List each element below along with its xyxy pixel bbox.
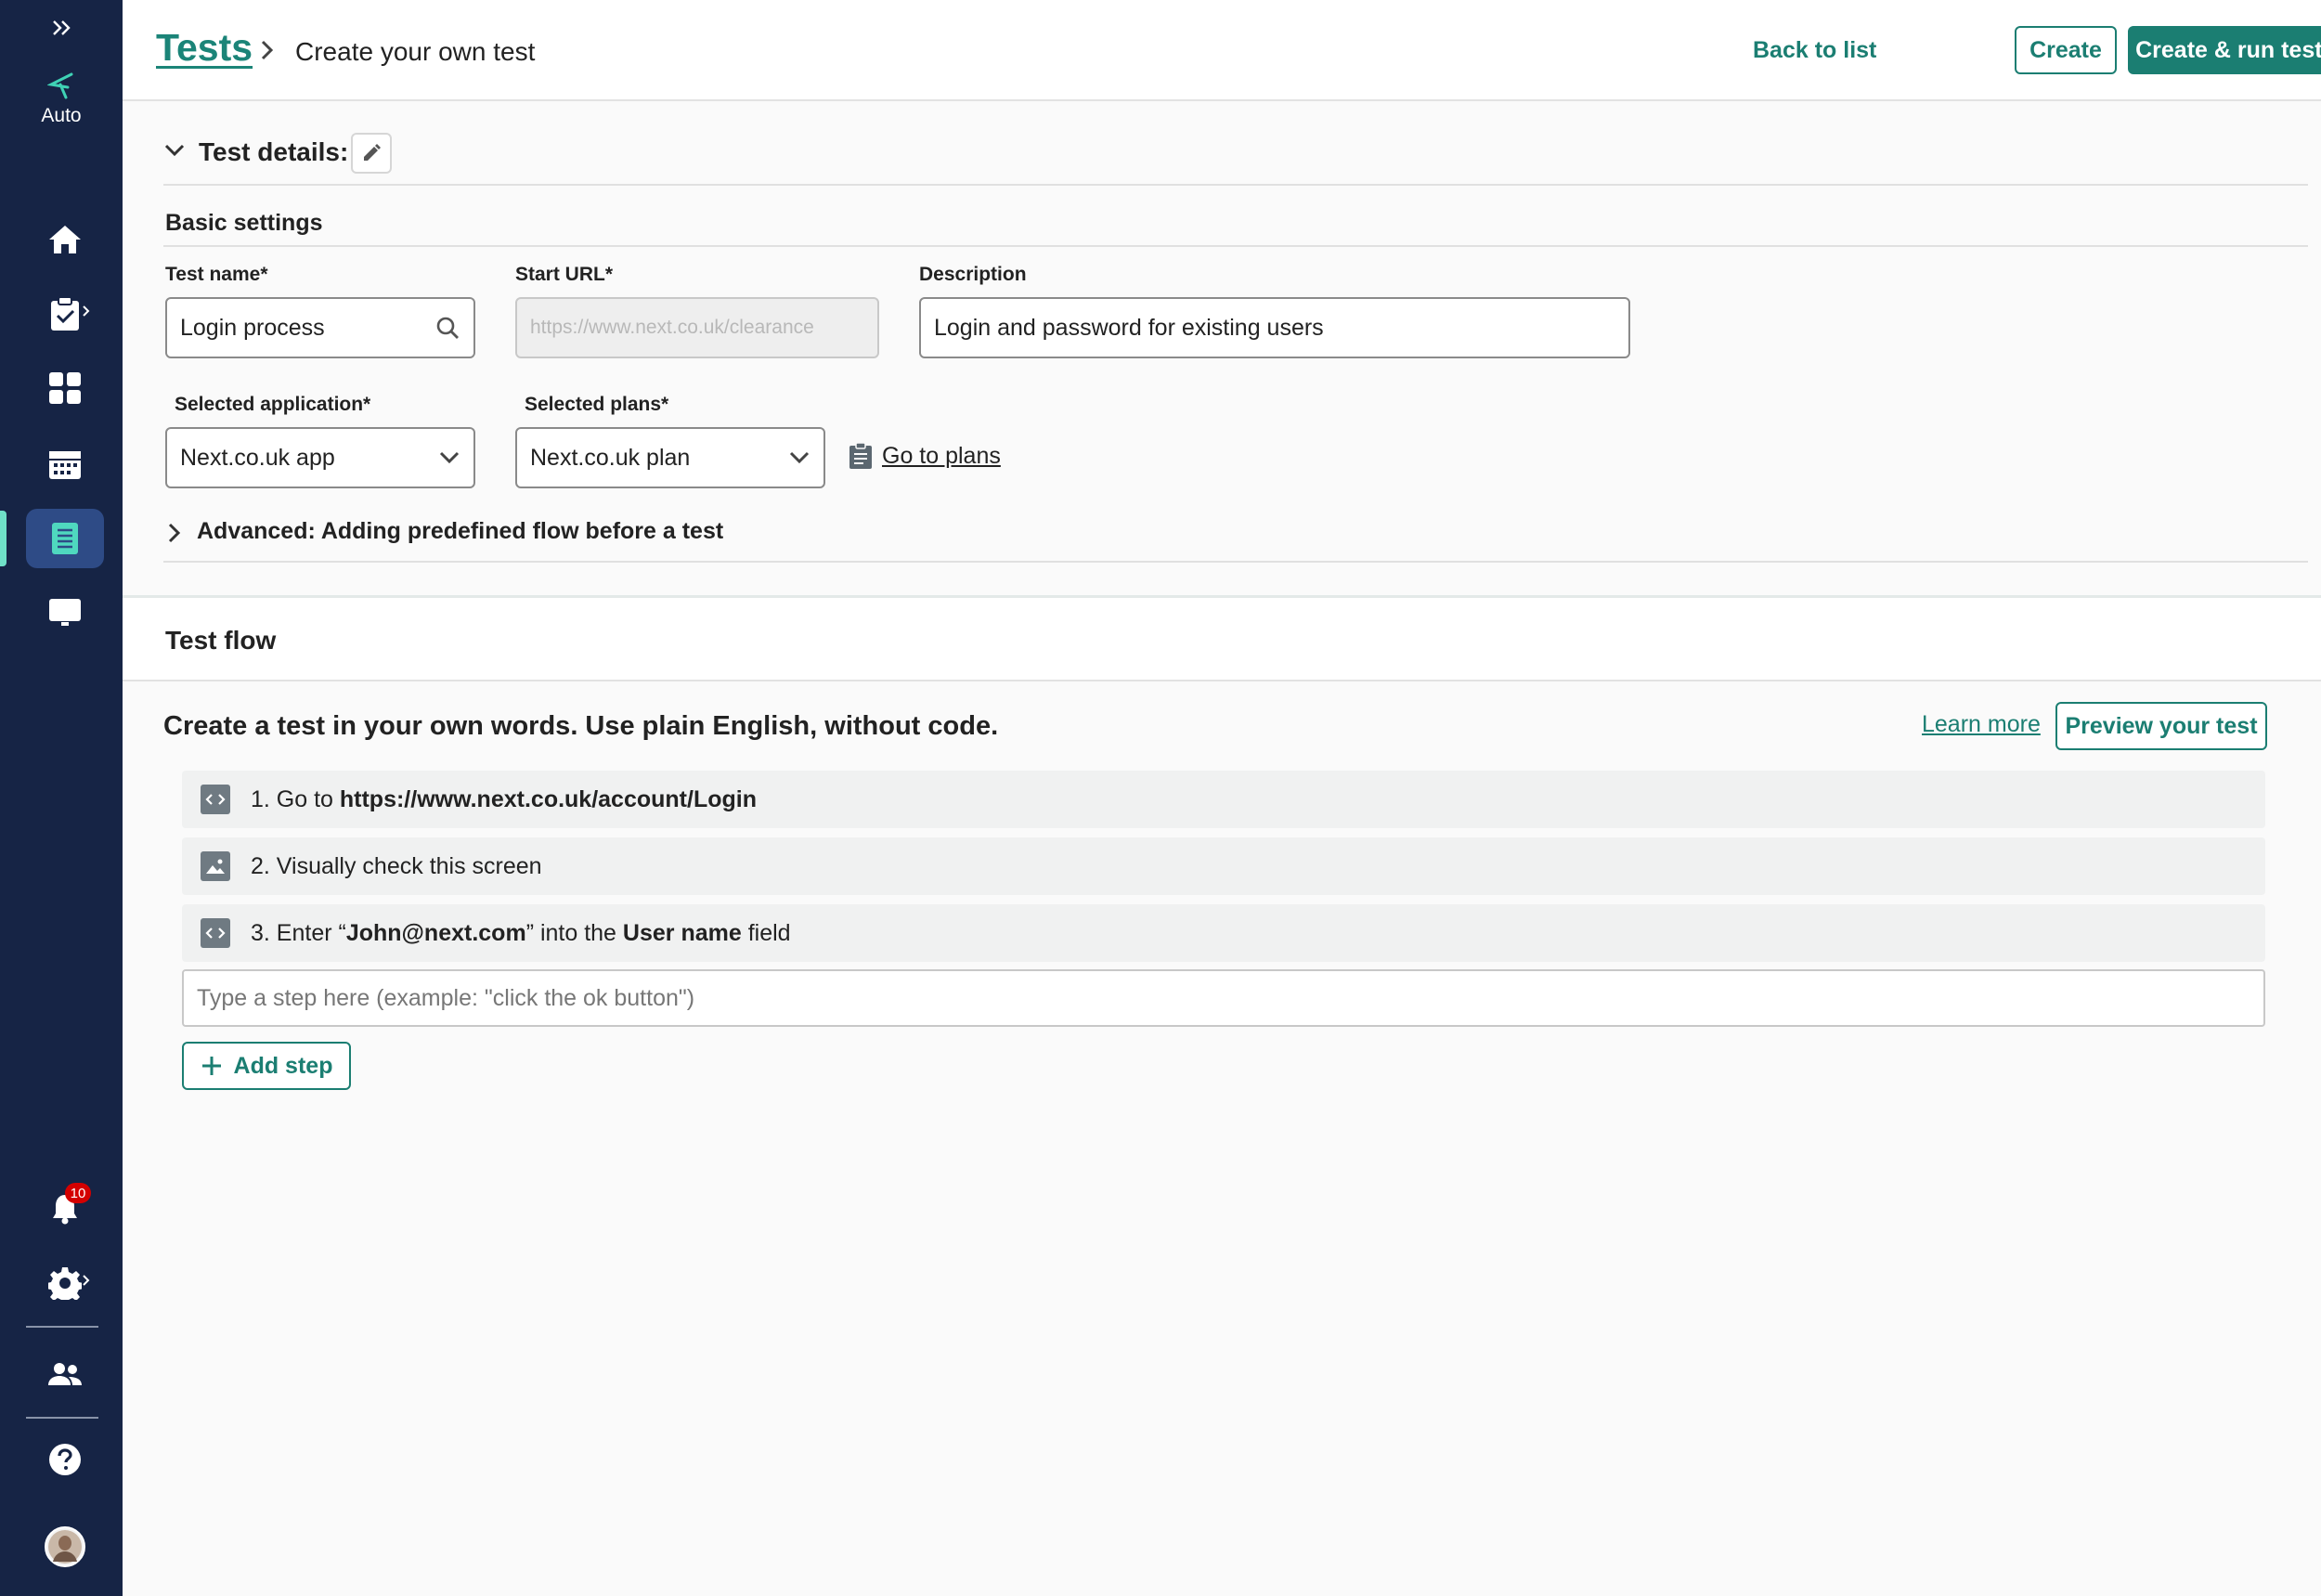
clipboard-check-icon bbox=[51, 296, 79, 331]
sidebar: Auto 10 bbox=[0, 0, 123, 1596]
users-icon bbox=[48, 1363, 82, 1385]
learn-more-link[interactable]: Learn more bbox=[1922, 711, 2041, 738]
divider bbox=[163, 184, 2308, 186]
selected-application-select[interactable]: Next.co.uk app bbox=[165, 427, 475, 488]
test-details-panel: Test details: Basic settings Test name* … bbox=[123, 102, 2321, 598]
step-value: John@next.com bbox=[345, 919, 526, 946]
avatar bbox=[45, 1526, 85, 1567]
step-text: 2. Visually check this screen bbox=[251, 852, 542, 879]
calendar-icon bbox=[49, 451, 81, 479]
test-step[interactable]: 2. Visually check this screen bbox=[182, 837, 2265, 895]
selected-plans-label: Selected plans* bbox=[525, 394, 669, 415]
go-to-plans-link[interactable]: Go to plans bbox=[849, 442, 1001, 470]
go-to-plans-label: Go to plans bbox=[882, 442, 1001, 469]
back-to-list-link[interactable]: Back to list bbox=[1753, 37, 1876, 64]
sidebar-item-notifications[interactable]: 10 bbox=[26, 1179, 104, 1239]
add-step-button[interactable]: Add step bbox=[182, 1042, 351, 1090]
step-mid: ” into the bbox=[525, 919, 623, 946]
test-step[interactable]: 1. Go to https://www.next.co.uk/account/… bbox=[182, 771, 2265, 828]
expand-sidebar-icon[interactable] bbox=[43, 13, 80, 43]
clipboard-icon bbox=[849, 442, 872, 469]
selected-application-value: Next.co.uk app bbox=[180, 444, 335, 471]
test-flow-body: Create a test in your own words. Use pla… bbox=[123, 681, 2321, 1596]
test-flow-title: Test flow bbox=[165, 626, 277, 655]
sidebar-item-users[interactable] bbox=[26, 1344, 104, 1404]
step-url: https://www.next.co.uk/account/Login bbox=[339, 785, 757, 812]
monitor-icon bbox=[49, 599, 81, 626]
add-step-label: Add step bbox=[233, 1052, 333, 1079]
create-button[interactable]: Create bbox=[2015, 26, 2117, 74]
test-name-label: Test name* bbox=[165, 264, 268, 285]
step-text: 3. Enter “John@next.com” into the User n… bbox=[251, 920, 791, 947]
step-prefix: 3. Enter “ bbox=[251, 919, 346, 946]
create-run-test-plan-button[interactable]: Create & run test plan bbox=[2128, 26, 2321, 74]
test-details-title: Test details: bbox=[199, 137, 349, 166]
sidebar-item-monitor[interactable] bbox=[26, 583, 104, 642]
help-icon bbox=[49, 1444, 81, 1475]
start-url-value: https://www.next.co.uk/clearance bbox=[530, 317, 814, 338]
chevron-right-icon bbox=[261, 40, 274, 60]
test-step[interactable]: 3. Enter “John@next.com” into the User n… bbox=[182, 904, 2265, 962]
home-icon bbox=[49, 226, 81, 253]
sidebar-item-checklists[interactable] bbox=[26, 284, 104, 344]
description-label: Description bbox=[919, 264, 1027, 285]
step-prefix: 1. Go to bbox=[251, 785, 340, 812]
sidebar-item-home[interactable] bbox=[26, 210, 104, 269]
sidebar-item-dashboard[interactable] bbox=[26, 358, 104, 418]
chevron-down-icon[interactable] bbox=[163, 143, 186, 158]
active-indicator bbox=[0, 511, 6, 566]
chevron-right-icon[interactable] bbox=[167, 522, 182, 544]
divider bbox=[163, 245, 2308, 247]
edit-details-button[interactable] bbox=[351, 133, 392, 174]
step-text: 1. Go to https://www.next.co.uk/account/… bbox=[251, 786, 757, 813]
logo-label: Auto bbox=[41, 105, 82, 126]
sidebar-item-tests[interactable] bbox=[26, 509, 104, 568]
code-icon bbox=[201, 918, 230, 948]
document-list-icon bbox=[52, 523, 78, 554]
preview-test-button[interactable]: Preview your test bbox=[2055, 702, 2267, 750]
chevron-down-icon bbox=[789, 451, 810, 464]
divider bbox=[163, 561, 2308, 563]
pencil-icon bbox=[364, 144, 381, 161]
description-value: Login and password for existing users bbox=[934, 314, 1324, 341]
plus-icon bbox=[201, 1057, 221, 1075]
step-suffix: field bbox=[741, 919, 791, 946]
start-url-input: https://www.next.co.uk/clearance bbox=[515, 297, 879, 358]
selected-plans-value: Next.co.uk plan bbox=[530, 444, 691, 471]
test-name-input[interactable]: Login process bbox=[165, 297, 475, 358]
sidebar-divider bbox=[26, 1326, 98, 1328]
start-url-label: Start URL* bbox=[515, 264, 614, 285]
selected-plans-select[interactable]: Next.co.uk plan bbox=[515, 427, 825, 488]
new-step-input[interactable] bbox=[182, 969, 2265, 1027]
sidebar-item-help[interactable] bbox=[26, 1430, 104, 1489]
notification-badge: 10 bbox=[65, 1183, 91, 1203]
test-flow-subtitle: Create a test in your own words. Use pla… bbox=[163, 711, 999, 741]
code-icon bbox=[201, 785, 230, 814]
chevron-right-icon bbox=[83, 305, 90, 317]
image-icon bbox=[201, 851, 230, 881]
advanced-flow-toggle[interactable]: Advanced: Adding predefined flow before … bbox=[197, 518, 723, 545]
dashboard-grid-icon bbox=[49, 372, 81, 404]
breadcrumb-tests-link[interactable]: Tests bbox=[156, 26, 253, 70]
chevron-right-icon bbox=[83, 1275, 90, 1286]
sidebar-divider bbox=[26, 1417, 98, 1419]
chevron-down-icon bbox=[439, 451, 460, 464]
description-input[interactable]: Login and password for existing users bbox=[919, 297, 1630, 358]
basic-settings-title: Basic settings bbox=[165, 210, 323, 236]
sidebar-item-profile[interactable] bbox=[26, 1517, 104, 1577]
selected-application-label: Selected application* bbox=[175, 394, 371, 415]
search-icon bbox=[436, 317, 459, 339]
sidebar-item-settings[interactable] bbox=[26, 1253, 104, 1313]
test-name-value: Login process bbox=[180, 314, 325, 341]
gear-icon bbox=[48, 1267, 82, 1300]
top-header: Tests Create your own test Back to list … bbox=[123, 0, 2321, 101]
logo-icon bbox=[47, 72, 73, 99]
sidebar-item-calendar[interactable] bbox=[26, 435, 104, 494]
step-field: User name bbox=[622, 919, 742, 946]
test-flow-header: Test flow bbox=[123, 598, 2321, 681]
app-logo[interactable]: Auto bbox=[19, 67, 104, 132]
page-title: Create your own test bbox=[295, 37, 536, 66]
